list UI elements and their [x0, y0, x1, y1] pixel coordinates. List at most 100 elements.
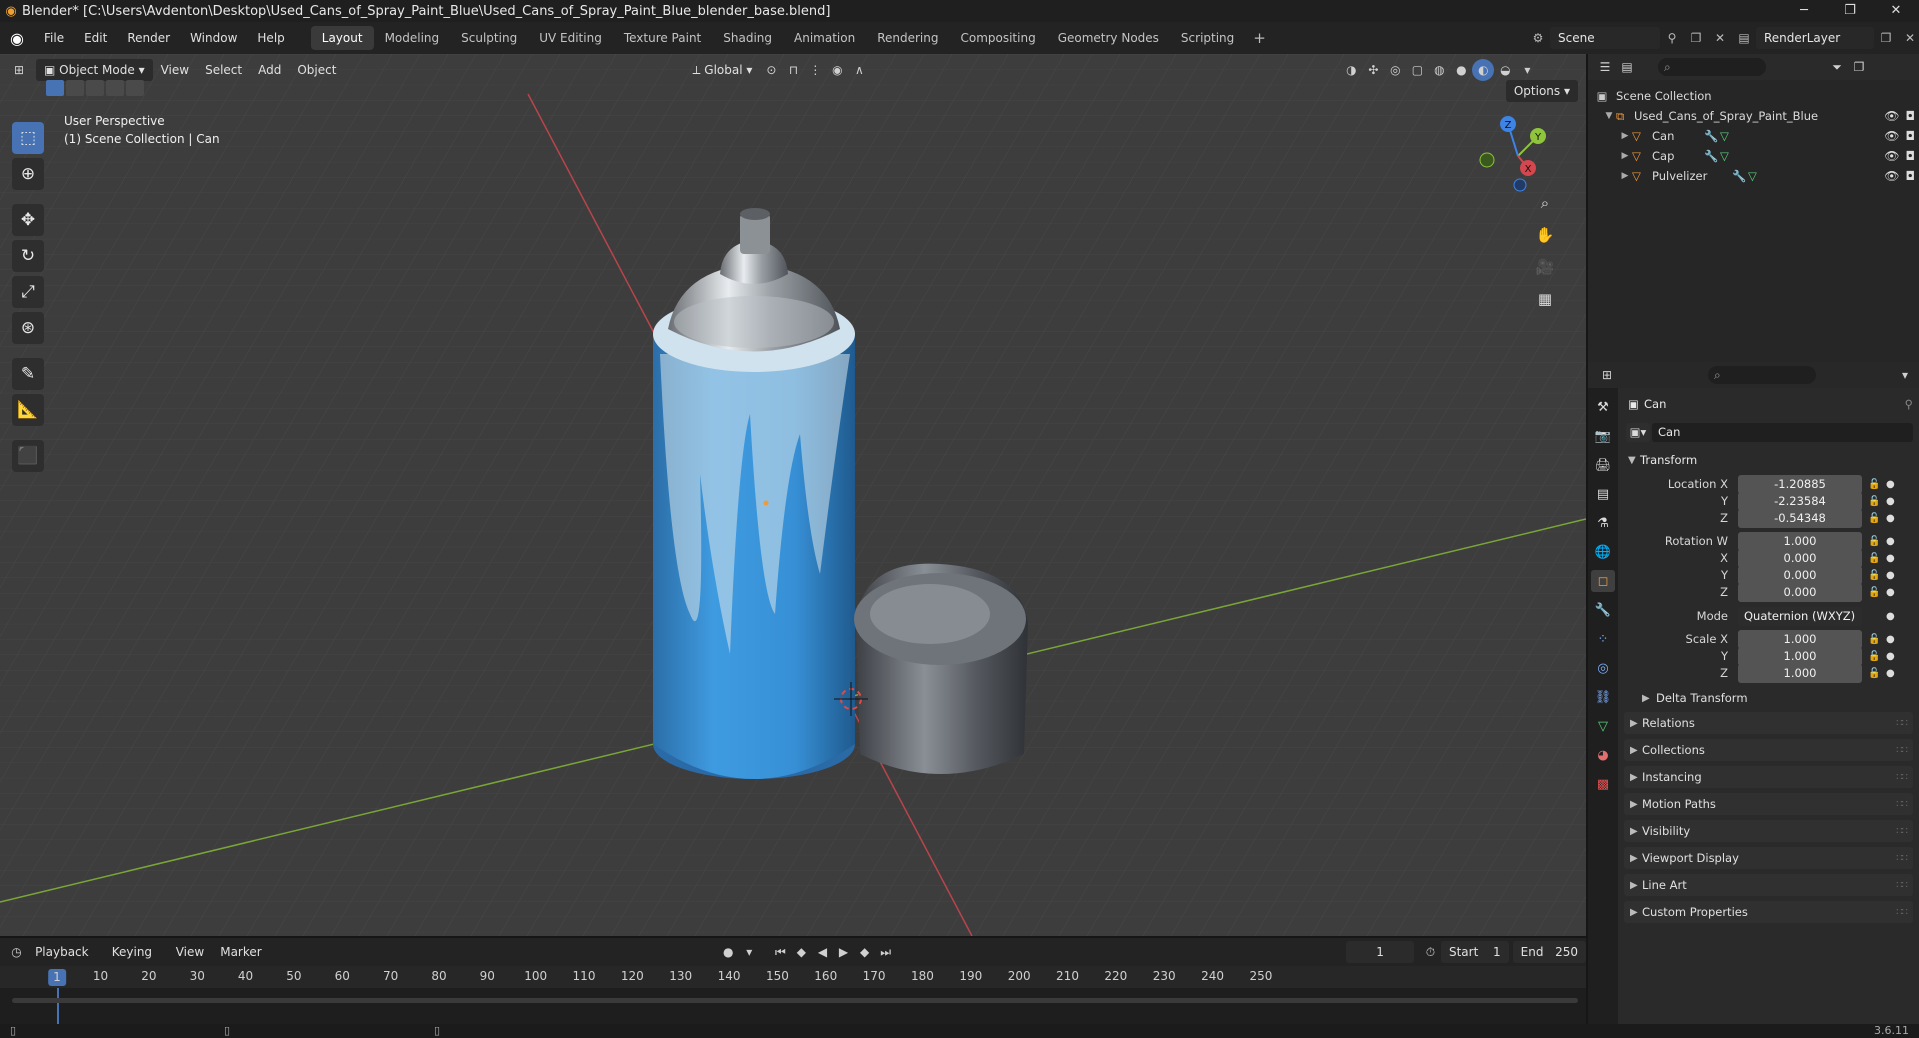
close-button[interactable]: ✕ [1873, 0, 1919, 22]
delta-transform-subpanel[interactable]: ▶ Delta Transform [1620, 688, 1919, 708]
keyframe-dot-icon[interactable]: ● [1886, 587, 1895, 598]
scale-tool-icon[interactable]: ⤢ [12, 276, 44, 308]
editor-type-icon[interactable]: ⊞ [8, 59, 30, 81]
minimize-button[interactable]: ─ [1781, 0, 1827, 22]
properties-options-icon[interactable]: ▾ [1894, 364, 1916, 386]
expand-arrow-icon[interactable]: ▶ [1618, 151, 1632, 161]
ortho-toggle-icon[interactable]: ▦ [1532, 286, 1558, 312]
select-new-icon[interactable] [46, 80, 64, 96]
playback-menu[interactable]: Playback ▾ [27, 941, 104, 981]
drag-grip-icon[interactable]: ∷∷ [1896, 799, 1908, 810]
outliner-row-cap[interactable]: ▶ ▽ Cap 🔧 ▽ 👁 ◘ [1588, 146, 1919, 166]
drag-grip-icon[interactable]: ∷∷ [1896, 826, 1908, 837]
prev-keyframe-icon[interactable]: ◆ [791, 941, 812, 963]
keyframe-dot-icon[interactable]: ● [1886, 513, 1895, 524]
solid-shading-icon[interactable]: ● [1450, 59, 1472, 81]
filter-icon[interactable]: ⏷ [1826, 56, 1848, 78]
camera-icon[interactable]: ◘ [1906, 149, 1916, 163]
view-layer-icon[interactable]: ▤ [1732, 31, 1756, 45]
tab-uv-editing[interactable]: UV Editing [528, 26, 613, 50]
keyframe-dot-icon[interactable]: ● [1886, 651, 1895, 662]
preview-range-icon[interactable]: ⏱ [1420, 941, 1441, 963]
tab-compositing[interactable]: Compositing [949, 26, 1046, 50]
material-tab-icon[interactable]: ◕ [1591, 744, 1615, 766]
menu-object[interactable]: Object [289, 59, 344, 81]
menu-select[interactable]: Select [197, 59, 250, 81]
keyframe-dot-icon[interactable]: ● [1886, 536, 1895, 547]
outliner-row-can[interactable]: ▶ ▽ Can 🔧 ▽ 👁 ◘ [1588, 126, 1919, 146]
overlay-toggle-icon[interactable]: ◎ [1384, 59, 1406, 81]
maximize-button[interactable]: ❐ [1827, 0, 1873, 22]
object-tab-icon[interactable]: ◻ [1591, 570, 1615, 592]
drag-grip-icon[interactable]: ∷∷ [1896, 880, 1908, 891]
keyframe-dot-icon[interactable]: ● [1886, 611, 1895, 622]
expand-arrow-icon[interactable]: ▶ [1618, 171, 1632, 181]
eye-icon[interactable]: 👁 [1884, 149, 1899, 163]
camera-icon[interactable]: ◘ [1906, 129, 1916, 143]
tool-tab-icon[interactable]: ⚒ [1591, 396, 1615, 418]
keyframe-dot-icon[interactable]: ● [1886, 570, 1895, 581]
rendered-shading-icon[interactable]: ◒ [1494, 59, 1516, 81]
world-tab-icon[interactable]: 🌐 [1591, 541, 1615, 563]
properties-editor-icon[interactable]: ⊞ [1596, 364, 1618, 386]
timeline-editor-icon[interactable]: ◷ [6, 941, 27, 963]
delete-scene-icon[interactable]: ✕ [1708, 31, 1732, 45]
camera-view-icon[interactable]: 🎥 [1532, 254, 1558, 280]
scene-tab-icon[interactable]: ⚗ [1591, 512, 1615, 534]
keyframe-dot-icon[interactable]: ● [1886, 634, 1895, 645]
shading-options-icon[interactable]: ▾ [1516, 59, 1538, 81]
drag-grip-icon[interactable]: ∷∷ [1896, 745, 1908, 756]
modifier-tab-icon[interactable]: 🔧 [1591, 599, 1615, 621]
lock-icon[interactable]: 🔓 [1868, 570, 1880, 581]
tab-shading[interactable]: Shading [712, 26, 783, 50]
lock-icon[interactable]: 🔓 [1868, 668, 1880, 679]
new-scene-icon[interactable]: ❐ [1684, 31, 1708, 45]
xray-icon[interactable]: ▢ [1406, 59, 1428, 81]
keyframe-dot-icon[interactable]: ● [1886, 668, 1895, 679]
menu-window[interactable]: Window [180, 31, 247, 45]
mesh-data-icon[interactable]: ▽ [1720, 129, 1729, 143]
lock-icon[interactable]: 🔓 [1868, 553, 1880, 564]
transform-tool-icon[interactable]: ⊛ [12, 312, 44, 344]
pin-icon[interactable]: ⚲ [1660, 31, 1684, 45]
end-frame-field[interactable]: End 250 [1512, 941, 1587, 963]
timeline-view-menu[interactable]: View [168, 941, 212, 963]
menu-add[interactable]: Add [250, 59, 289, 81]
modifier-wrench-icon[interactable]: 🔧 [1704, 149, 1720, 163]
pivot-point-icon[interactable]: ⊙ [760, 59, 782, 81]
lock-icon[interactable]: 🔓 [1868, 587, 1880, 598]
frame-ruler[interactable]: 1 10 20 30 40 50 60 70 80 90 100 110 120 130 140 150 16… [0, 966, 1586, 988]
keyframe-dot-icon[interactable]: ● [1886, 553, 1895, 564]
physics-tab-icon[interactable]: ◎ [1591, 657, 1615, 679]
tab-scripting[interactable]: Scripting [1170, 26, 1245, 50]
annotate-tool-icon[interactable]: ✎ [12, 358, 44, 390]
eye-icon[interactable]: 👁 [1884, 109, 1899, 123]
panel-instancing[interactable]: ▶ Instancing ∷∷ [1624, 766, 1913, 788]
cap-object[interactable] [854, 563, 1028, 774]
outliner-row-pulvelizer[interactable]: ▶ ▽ Pulvelizer 🔧 ▽ 👁 ◘ [1588, 166, 1919, 186]
rotation-mode-dropdown[interactable]: Quaternion (WXYZ) ▾ [1738, 606, 1862, 642]
pan-hand-icon[interactable]: ✋ [1532, 222, 1558, 248]
menu-edit[interactable]: Edit [74, 31, 117, 45]
select-intersect-icon[interactable] [126, 80, 144, 96]
keying-menu[interactable]: Keying ▾ [104, 941, 168, 981]
lock-icon[interactable]: 🔓 [1868, 496, 1880, 507]
location-z-field[interactable]: -0.54348 [1738, 508, 1862, 528]
drag-grip-icon[interactable]: ∷∷ [1896, 853, 1908, 864]
measure-tool-icon[interactable]: 📐 [12, 394, 44, 426]
material-preview-icon[interactable]: ◐ [1472, 59, 1495, 81]
data-tab-icon[interactable]: ▽ [1591, 715, 1615, 737]
tab-geometry-nodes[interactable]: Geometry Nodes [1047, 26, 1170, 50]
transform-orientation-dropdown[interactable]: ⟂ Global ▾ [684, 59, 760, 81]
properties-search-input[interactable]: ⌕ [1708, 366, 1816, 384]
lock-icon[interactable]: 🔓 [1868, 513, 1880, 524]
mode-selector[interactable]: ▣ Object Mode ▾ [36, 59, 153, 81]
eye-icon[interactable]: 👁 [1884, 169, 1899, 183]
expand-arrow-icon[interactable]: ▶ [1618, 131, 1632, 141]
camera-icon[interactable]: ◘ [1906, 109, 1916, 123]
add-cube-tool-icon[interactable]: ⬛ [12, 440, 44, 472]
panel-motion-paths[interactable]: ▶ Motion Paths ∷∷ [1624, 793, 1913, 815]
panel-custom-properties[interactable]: ▶ Custom Properties ∷∷ [1624, 901, 1913, 923]
delete-view-layer-icon[interactable]: ✕ [1898, 31, 1919, 45]
scene-field[interactable]: Scene [1550, 27, 1660, 49]
